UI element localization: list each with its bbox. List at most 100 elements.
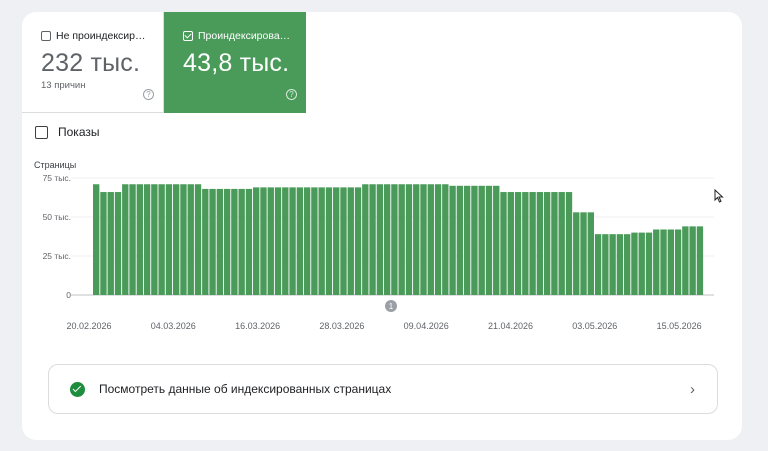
- chart-bar[interactable]: [689, 226, 696, 295]
- chart-bar[interactable]: [485, 185, 493, 295]
- chart-bar[interactable]: [231, 188, 238, 295]
- chart-bar[interactable]: [383, 184, 391, 295]
- chart-bar[interactable]: [463, 185, 471, 295]
- chart-bar[interactable]: [478, 185, 485, 295]
- chart-bar[interactable]: [114, 192, 122, 295]
- chart-bar[interactable]: [391, 184, 398, 295]
- pages-bar-chart: 0 25 тыс. 50 тыс. 75 тыс. 20.02.2026 04.03.20…: [43, 173, 714, 331]
- chart-bar[interactable]: [500, 192, 507, 295]
- chart-bar[interactable]: [522, 192, 529, 295]
- chart-bar[interactable]: [173, 184, 180, 295]
- chart-bar[interactable]: [165, 184, 173, 295]
- x-tick-label: 09.04.2026: [404, 321, 449, 331]
- chart-bar[interactable]: [405, 184, 413, 295]
- x-tick-label: 15.05.2026: [657, 321, 702, 331]
- chart-bar[interactable]: [187, 184, 194, 295]
- chart-bar[interactable]: [245, 188, 253, 295]
- chart-bar[interactable]: [216, 188, 224, 295]
- chart-bar[interactable]: [311, 187, 318, 295]
- chart-bar[interactable]: [289, 187, 296, 295]
- chart-bar[interactable]: [493, 185, 500, 295]
- chart-bar[interactable]: [122, 184, 129, 295]
- y-tick-label: 50 тыс.: [43, 212, 71, 222]
- chart-bar[interactable]: [580, 212, 587, 295]
- chart-bar[interactable]: [558, 192, 565, 295]
- chart-bar[interactable]: [565, 192, 573, 295]
- chart-bar[interactable]: [543, 192, 551, 295]
- chart-bar[interactable]: [456, 185, 464, 295]
- chart-bar[interactable]: [296, 187, 304, 295]
- chart-bar[interactable]: [536, 192, 544, 295]
- chart-bar[interactable]: [682, 226, 689, 295]
- chart-bar[interactable]: [427, 184, 434, 295]
- chart-bar[interactable]: [376, 184, 384, 295]
- chart-bar[interactable]: [282, 187, 289, 295]
- link-label: Посмотреть данные об индексированных стр…: [99, 382, 392, 396]
- chart-bar[interactable]: [529, 192, 536, 295]
- chart-bar[interactable]: [667, 229, 674, 295]
- chart-bar[interactable]: [623, 234, 631, 295]
- chart-bar[interactable]: [638, 232, 645, 295]
- chart-bar[interactable]: [325, 187, 333, 295]
- chart-bar[interactable]: [136, 184, 144, 295]
- chart-bar[interactable]: [609, 234, 616, 295]
- chart-bar[interactable]: [616, 234, 624, 295]
- chart-bar[interactable]: [573, 212, 580, 295]
- x-tick-label: 04.03.2026: [151, 321, 196, 331]
- chart-bar[interactable]: [514, 192, 522, 295]
- chart-bar[interactable]: [100, 192, 107, 295]
- chart-bar[interactable]: [594, 234, 602, 295]
- chart-bar[interactable]: [107, 192, 114, 295]
- chart-bar[interactable]: [674, 229, 682, 295]
- chart-bar[interactable]: [420, 184, 427, 295]
- chart-bar[interactable]: [253, 187, 260, 295]
- chart-bar[interactable]: [347, 187, 354, 295]
- chart-bar[interactable]: [267, 187, 274, 295]
- y-tick-label: 25 тыс.: [43, 251, 71, 261]
- chart-bar[interactable]: [202, 188, 209, 295]
- chart-bar[interactable]: [398, 184, 405, 295]
- chart-bar[interactable]: [238, 188, 245, 295]
- chart-bar[interactable]: [362, 184, 369, 295]
- chart-bar[interactable]: [158, 184, 165, 295]
- x-tick-label: 28.03.2026: [319, 321, 364, 331]
- chart-bar[interactable]: [340, 187, 347, 295]
- chart-bar[interactable]: [442, 184, 449, 295]
- chart-bar[interactable]: [602, 234, 609, 295]
- chart-bar[interactable]: [449, 185, 456, 295]
- chart-bar[interactable]: [507, 192, 514, 295]
- y-tick-label: 75 тыс.: [43, 173, 71, 183]
- chart-bar[interactable]: [696, 226, 704, 295]
- chart-bar[interactable]: [354, 187, 362, 295]
- chart-bar[interactable]: [471, 185, 478, 295]
- chart-bar[interactable]: [180, 184, 187, 295]
- chart-bar[interactable]: [660, 229, 667, 295]
- check-circle-icon: [70, 381, 85, 397]
- chart-bar[interactable]: [223, 188, 231, 295]
- chart-bar[interactable]: [645, 232, 653, 295]
- view-indexed-pages-link[interactable]: Посмотреть данные об индексированных стр…: [48, 364, 718, 414]
- chart-bar[interactable]: [318, 187, 325, 295]
- chart-bar[interactable]: [93, 184, 100, 295]
- chart-bar[interactable]: [653, 229, 660, 295]
- chart-bar[interactable]: [143, 184, 151, 295]
- mouse-cursor-icon: [714, 189, 724, 203]
- chart-bar[interactable]: [303, 187, 311, 295]
- chart-bar[interactable]: [551, 192, 558, 295]
- chart-bar[interactable]: [631, 232, 638, 295]
- chart-annotation-marker[interactable]: 1: [385, 300, 397, 312]
- chart-bar[interactable]: [209, 188, 216, 295]
- chart-bar[interactable]: [194, 184, 202, 295]
- chart-bar[interactable]: [151, 184, 158, 295]
- chart-bar[interactable]: [413, 184, 420, 295]
- chart-bar[interactable]: [434, 184, 442, 295]
- chart-bar[interactable]: [333, 187, 340, 295]
- chart-bar[interactable]: [369, 184, 376, 295]
- chart-bar[interactable]: [260, 187, 267, 295]
- index-coverage-card: Не проиндексир… 232 тыс. 13 причин ? Про…: [22, 12, 742, 440]
- chart-bar[interactable]: [129, 184, 136, 295]
- x-tick-label: 20.02.2026: [66, 321, 111, 331]
- x-tick-label: 21.04.2026: [488, 321, 533, 331]
- chart-bar[interactable]: [274, 187, 282, 295]
- chart-bar[interactable]: [587, 212, 594, 295]
